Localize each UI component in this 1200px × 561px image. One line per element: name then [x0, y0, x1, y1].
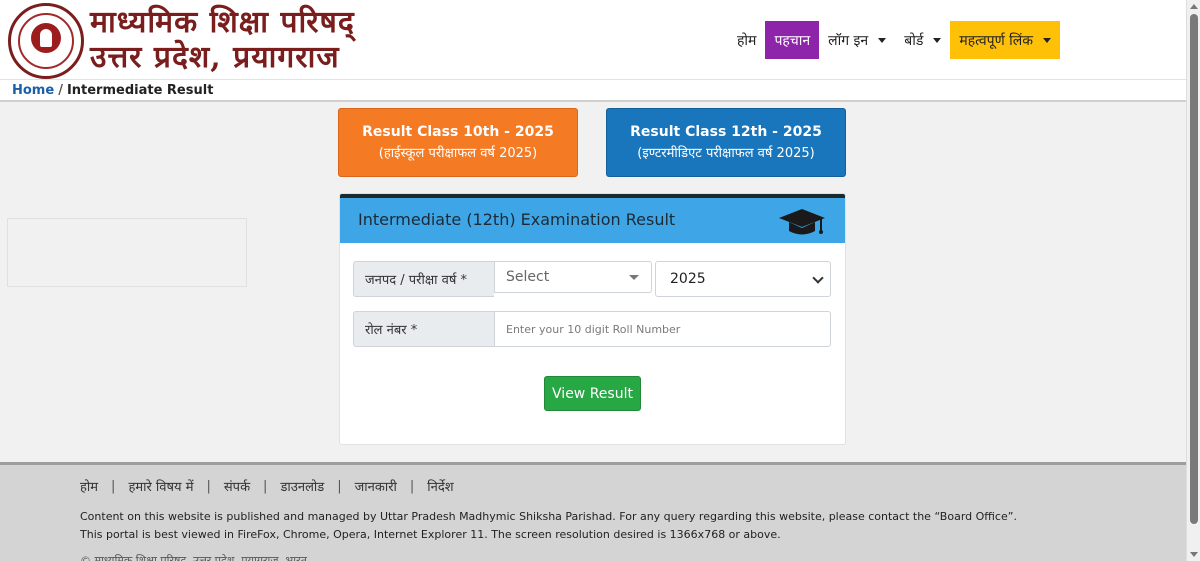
logo-emblem-icon — [31, 23, 61, 53]
footer-links: होम | हमारे विषय में | संपर्क | डाउनलोड … — [80, 477, 454, 496]
caret-down-icon — [933, 37, 942, 43]
site-title: माध्यमिक शिक्षा परिषद् उत्तर प्रदेश, प्र… — [90, 6, 355, 76]
footer-separator: | — [263, 478, 268, 494]
nav-item-label: होम — [737, 32, 757, 49]
result-class12-button[interactable]: Result Class 12th - 2025 (इण्टरमीडिएट पर… — [606, 108, 846, 177]
breadcrumb-separator: / — [58, 83, 63, 98]
card-header: Intermediate (12th) Examination Result — [340, 198, 845, 243]
nav-item-identity[interactable]: पहचान — [765, 21, 820, 59]
chevron-down-icon — [812, 272, 824, 284]
footer-copyright: © माध्यमिक शिक्षा परिषद, उत्तर प्रदेश, प… — [80, 554, 307, 561]
view-result-button[interactable]: View Result — [544, 376, 641, 411]
site-footer: होम | हमारे विषय में | संपर्क | डाउनलोड … — [0, 462, 1186, 561]
footer-link-information[interactable]: जानकारी — [355, 477, 397, 495]
upmsp-logo[interactable] — [8, 3, 84, 79]
breadcrumb-current: Intermediate Result — [66, 83, 214, 98]
site-title-line2: उत्तर प्रदेश, प्रयागराज — [90, 40, 340, 75]
site-header: माध्यमिक शिक्षा परिषद् उत्तर प्रदेश, प्र… — [0, 0, 1186, 80]
footer-link-contact[interactable]: संपर्क — [224, 477, 250, 495]
nav-item-board[interactable]: बोर्ड — [895, 21, 950, 59]
caret-down-icon — [878, 37, 887, 43]
breadcrumb-home-link[interactable]: Home — [12, 83, 54, 98]
scroll-up-arrow-icon[interactable] — [1190, 4, 1198, 9]
result-class10-button[interactable]: Result Class 10th - 2025 (हाईस्कूल परीक्… — [338, 108, 578, 177]
nav-item-home[interactable]: होम — [728, 21, 765, 59]
district-select[interactable]: Select — [494, 261, 652, 293]
footer-link-download[interactable]: डाउनलोड — [280, 477, 324, 495]
roll-number-label: रोल नंबर * — [353, 311, 494, 347]
scrollbar-thumb[interactable] — [1190, 14, 1198, 524]
district-select-value: Select — [506, 269, 550, 285]
district-year-row: जनपद / परीक्षा वर्ष * Select 2025 — [353, 261, 831, 297]
footer-link-home[interactable]: होम — [80, 477, 98, 495]
nav-item-label: लॉग इन — [828, 32, 869, 49]
footer-browser-note: This portal is best viewed in FireFox, C… — [80, 528, 781, 541]
roll-number-row: रोल नंबर * Enter your 10 digit Roll Numb… — [353, 311, 831, 347]
class12-button-subtitle: (इण्टरमीडिएट परीक्षाफल वर्ष 2025) — [637, 145, 815, 161]
dropdown-arrow-icon — [629, 275, 639, 280]
result-form-card: Intermediate (12th) Examination Result ज… — [339, 193, 846, 445]
roll-number-input[interactable]: Enter your 10 digit Roll Number — [494, 311, 831, 347]
caret-down-icon — [1043, 37, 1052, 43]
footer-separator: | — [409, 478, 415, 494]
page-scrollbar[interactable] — [1186, 0, 1200, 561]
class12-button-title: Result Class 12th - 2025 — [630, 123, 822, 140]
main-nav: होम पहचान लॉग इन बोर्ड महत्वपूर्ण लिंक — [728, 21, 1061, 59]
nav-item-login[interactable]: लॉग इन — [819, 21, 895, 59]
site-title-line1: माध्यमिक शिक्षा परिषद् — [90, 5, 355, 40]
breadcrumb: Home / Intermediate Result — [0, 80, 1186, 102]
footer-disclaimer: Content on this website is published and… — [80, 510, 1017, 523]
year-select-value: 2025 — [670, 271, 706, 287]
footer-separator: | — [206, 478, 211, 494]
district-year-label: जनपद / परीक्षा वर्ष * — [353, 261, 494, 297]
nav-item-label: बोर्ड — [904, 32, 924, 49]
footer-separator: | — [337, 478, 342, 494]
nav-item-label: महत्वपूर्ण लिंक — [959, 32, 1034, 49]
footer-link-about[interactable]: हमारे विषय में — [128, 477, 193, 495]
footer-link-instructions[interactable]: निर्देश — [427, 477, 453, 495]
class10-button-subtitle: (हाईस्कूल परीक्षाफल वर्ष 2025) — [378, 145, 538, 161]
nav-item-label: पहचान — [774, 32, 811, 49]
footer-separator: | — [111, 478, 116, 494]
background-artifact — [7, 218, 247, 287]
class10-button-title: Result Class 10th - 2025 — [362, 123, 554, 140]
scroll-down-arrow-icon[interactable] — [1190, 552, 1198, 557]
nav-item-important-links[interactable]: महत्वपूर्ण लिंक — [950, 21, 1061, 59]
form-title: Intermediate (12th) Examination Result — [358, 210, 676, 229]
graduation-cap-icon — [779, 209, 825, 235]
year-select[interactable]: 2025 — [655, 261, 831, 297]
